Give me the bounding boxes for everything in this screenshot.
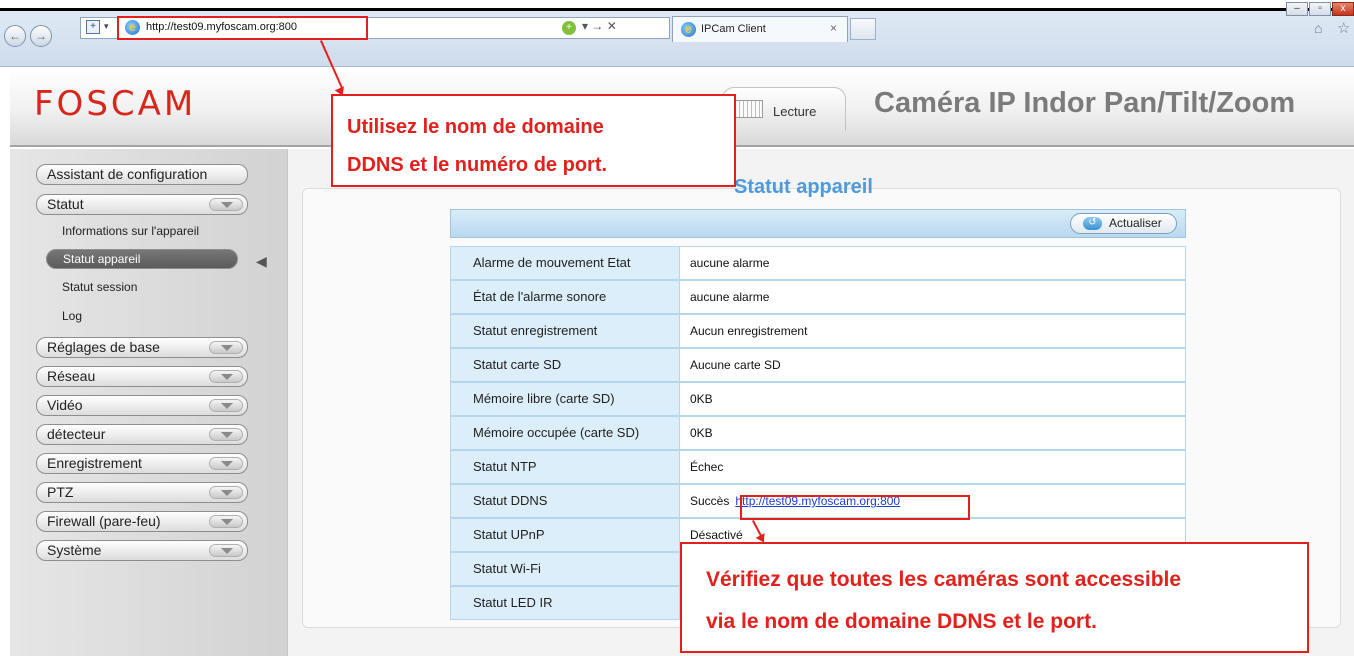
sidebar-item-label: Statut — [47, 196, 84, 212]
tab-lecture-label: Lecture — [773, 104, 817, 119]
browser-tab[interactable]: e IPCam Client × — [672, 16, 848, 42]
row-label: Statut Wi-Fi — [450, 552, 680, 586]
chevron-down-icon — [209, 399, 243, 412]
row-label: Alarme de mouvement Etat — [450, 246, 680, 280]
row-label: État de l'alarme sonore — [450, 280, 680, 314]
sidebar-item-label: Réglages de base — [47, 339, 160, 355]
sidebar-subitem-session[interactable]: Statut session — [62, 280, 137, 294]
tab-close-icon[interactable]: × — [830, 21, 837, 35]
callout-bottom-line2: via le nom de domaine DDNS et le port. — [706, 610, 1097, 633]
sidebar-item-label: Vidéo — [47, 397, 83, 413]
sidebar-item-label: Firewall (pare-feu) — [47, 513, 161, 529]
row-value: Aucune carte SD — [680, 348, 1186, 382]
sidebar-item-statut[interactable]: Statut — [36, 194, 248, 215]
favorites-star-icon[interactable]: ☆ — [1337, 19, 1350, 37]
maximize-button[interactable]: ▫ — [1309, 2, 1331, 16]
url-highlight-box — [117, 16, 368, 40]
compatibility-icon[interactable]: + — [86, 20, 100, 34]
sidebar-item-video[interactable]: Vidéo — [36, 395, 248, 416]
callout-top-line1: Utilisez le nom de domaine — [347, 116, 604, 138]
sidebar-item-recording[interactable]: Enregistrement — [36, 453, 248, 474]
row-label: Statut DDNS — [450, 484, 680, 518]
tab-ie-icon: e — [681, 22, 696, 37]
sidebar-item-network[interactable]: Réseau — [36, 366, 248, 387]
chevron-down-icon — [209, 457, 243, 470]
minimize-button[interactable]: – — [1286, 2, 1308, 16]
row-label: Statut UPnP — [450, 518, 680, 552]
chevron-down-icon — [209, 515, 243, 528]
row-label: Statut carte SD — [450, 348, 680, 382]
row-value: aucune alarme — [680, 280, 1186, 314]
product-title: Caméra IP Indor Pan/Tilt/Zoom — [874, 87, 1296, 119]
close-window-button[interactable]: x — [1332, 2, 1354, 16]
table-row: Statut NTP Échec — [450, 450, 1186, 484]
chevron-down-icon — [209, 428, 243, 441]
chevron-down-icon — [209, 544, 243, 557]
row-value: Échec — [680, 450, 1186, 484]
table-row: Alarme de mouvement Etat aucune alarme — [450, 246, 1186, 280]
sidebar-subitem-info[interactable]: Informations sur l'appareil — [62, 224, 199, 238]
ddns-status-text: Succès — [690, 494, 730, 508]
row-label: Mémoire libre (carte SD) — [450, 382, 680, 416]
tab-lecture[interactable]: Lecture — [722, 87, 846, 131]
sidebar-item-firewall[interactable]: Firewall (pare-feu) — [36, 511, 248, 532]
tab-title: IPCam Client — [701, 23, 766, 35]
url-tools[interactable]: + ▾ → ✕ — [562, 19, 617, 35]
sidebar-item-ptz[interactable]: PTZ — [36, 482, 248, 503]
table-row: Statut carte SD Aucune carte SD — [450, 348, 1186, 382]
back-button[interactable]: ← — [4, 25, 26, 47]
forward-button[interactable]: → — [30, 25, 52, 47]
sidebar-item-label: PTZ — [47, 484, 74, 500]
home-icon[interactable]: ⌂ — [1314, 20, 1322, 36]
sidebar-item-label: Assistant de configuration — [47, 166, 208, 182]
row-label: Statut LED IR — [450, 586, 680, 620]
chevron-down-icon — [209, 341, 243, 354]
sidebar-item-basic-settings[interactable]: Réglages de base — [36, 337, 248, 358]
table-row: Mémoire libre (carte SD) 0KB — [450, 382, 1186, 416]
row-label: Mémoire occupée (carte SD) — [450, 416, 680, 450]
row-value: 0KB — [680, 416, 1186, 450]
callout-top-line2: DDNS et le numéro de port. — [347, 154, 608, 176]
sidebar-item-detector[interactable]: détecteur — [36, 424, 248, 445]
sidebar-subitem-device-status[interactable]: Statut appareil — [46, 249, 238, 269]
table-row: État de l'alarme sonore aucune alarme — [450, 280, 1186, 314]
page-title: Statut appareil — [734, 176, 873, 198]
row-label: Statut enregistrement — [450, 314, 680, 348]
go-icon[interactable]: + — [562, 21, 576, 35]
sidebar-item-label: Réseau — [47, 368, 96, 384]
refresh-label: Actualiser — [1109, 216, 1162, 230]
chevron-down-icon — [209, 486, 243, 499]
row-label: Statut NTP — [450, 450, 680, 484]
ddns-link-highlight-box — [740, 495, 970, 520]
sidebar-item-label: Enregistrement — [47, 455, 142, 471]
callout-bottom-line1: Vérifiez que toutes les caméras sont acc… — [706, 568, 1182, 591]
sidebar-item-label: détecteur — [47, 426, 106, 442]
row-value: Aucun enregistrement — [680, 314, 1186, 348]
active-indicator-icon: ◀ — [256, 253, 267, 269]
chevron-down-icon[interactable]: ▾ — [104, 21, 109, 32]
sidebar-item-label: Système — [47, 542, 102, 558]
sidebar-item-system[interactable]: Système — [36, 540, 248, 561]
nav-tools[interactable]: ▾ → ✕ — [582, 19, 617, 33]
new-tab-button[interactable] — [850, 18, 876, 40]
table-row: Mémoire occupée (carte SD) 0KB — [450, 416, 1186, 450]
chevron-down-icon — [209, 198, 243, 211]
callout-bottom: Vérifiez que toutes les caméras sont acc… — [680, 542, 1309, 653]
table-row: Statut enregistrement Aucun enregistreme… — [450, 314, 1186, 348]
film-icon — [735, 100, 763, 118]
refresh-button[interactable]: ↺ Actualiser — [1070, 213, 1177, 234]
sidebar-item-setup-wizard[interactable]: Assistant de configuration — [36, 164, 248, 185]
foscam-logo: FOSCAM — [34, 84, 197, 124]
sidebar-subitem-log[interactable]: Log — [62, 309, 82, 323]
row-value: aucune alarme — [680, 246, 1186, 280]
callout-top: Utilisez le nom de domaine DDNS et le nu… — [331, 94, 736, 187]
row-value: 0KB — [680, 382, 1186, 416]
refresh-icon: ↺ — [1083, 217, 1102, 230]
chevron-down-icon — [209, 370, 243, 383]
